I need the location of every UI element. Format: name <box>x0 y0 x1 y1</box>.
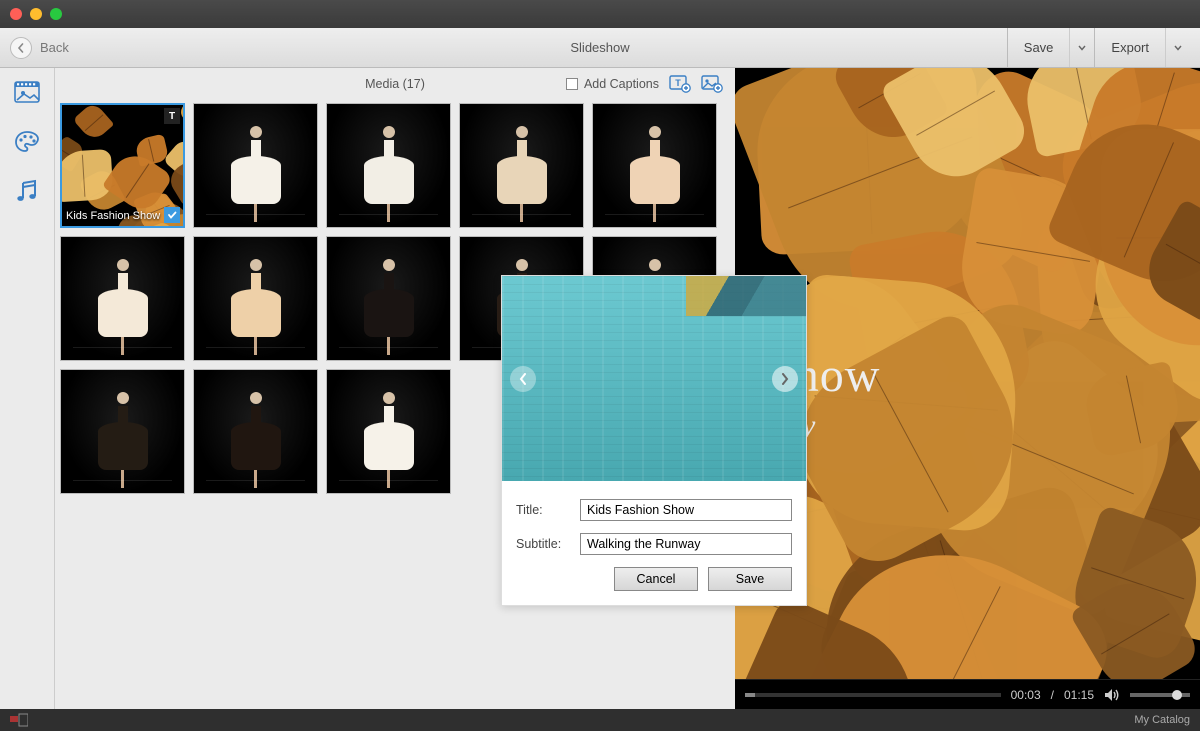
checkbox-icon <box>566 78 578 90</box>
dialog-preview <box>502 276 806 481</box>
dialog-subtitle-label: Subtitle: <box>516 537 580 551</box>
thumbnail[interactable] <box>193 369 318 494</box>
dialog-prev-button[interactable] <box>510 366 536 392</box>
themes-tab-icon[interactable] <box>13 128 41 156</box>
thumbnail[interactable] <box>592 103 717 228</box>
time-separator: / <box>1051 688 1054 702</box>
thumbnail[interactable] <box>193 103 318 228</box>
save-dropdown-toggle[interactable] <box>1069 28 1094 67</box>
dialog-next-button[interactable] <box>772 366 798 392</box>
media-panel-header: Media (17) Add Captions T <box>55 68 735 100</box>
add-text-slide-button[interactable]: T <box>669 73 691 95</box>
export-label: Export <box>1111 40 1149 55</box>
close-window-button[interactable] <box>10 8 22 20</box>
back-button[interactable]: Back <box>10 37 69 59</box>
catalog-label[interactable]: My Catalog <box>1134 714 1190 726</box>
thumbnail[interactable] <box>193 236 318 361</box>
check-badge-icon <box>164 207 180 223</box>
thumbnail[interactable] <box>326 369 451 494</box>
dialog-save-button[interactable]: Save <box>708 567 792 591</box>
thumbnail[interactable] <box>60 369 185 494</box>
save-button[interactable]: Save <box>1007 28 1070 67</box>
time-total: 01:15 <box>1064 688 1094 702</box>
thumbnail[interactable] <box>60 236 185 361</box>
volume-slider[interactable] <box>1130 693 1190 697</box>
volume-icon[interactable] <box>1104 688 1120 702</box>
audio-tab-icon[interactable] <box>13 178 41 206</box>
back-label: Back <box>40 40 69 55</box>
add-captions-checkbox[interactable]: Add Captions <box>566 77 659 91</box>
thumbnail[interactable] <box>326 103 451 228</box>
chevron-left-icon <box>10 37 32 59</box>
export-dropdown-toggle[interactable] <box>1165 28 1190 67</box>
media-count-label: Media (17) <box>365 77 425 91</box>
add-media-button[interactable] <box>701 73 723 95</box>
title-slide-dialog: Title: Subtitle: Cancel Save <box>501 275 807 606</box>
dialog-title-label: Title: <box>516 503 580 517</box>
thumbnail-label: Kids Fashion Show <box>66 210 163 222</box>
media-tab-icon[interactable] <box>13 78 41 106</box>
save-label: Save <box>1024 40 1054 55</box>
thumbnail[interactable]: Kids Fashion Show T <box>60 103 185 228</box>
status-left-icon[interactable] <box>10 713 28 727</box>
window-titlebar <box>0 0 1200 28</box>
export-button[interactable]: Export <box>1094 28 1165 67</box>
svg-text:T: T <box>675 78 681 88</box>
main-area: Media (17) Add Captions T Kids Fashion S… <box>0 68 1200 709</box>
minimize-window-button[interactable] <box>30 8 42 20</box>
dialog-title-input[interactable] <box>580 499 792 521</box>
thumbnail[interactable] <box>326 236 451 361</box>
add-captions-label: Add Captions <box>584 77 659 91</box>
playback-controls: 00:03 / 01:15 <box>735 679 1200 709</box>
scrub-bar[interactable] <box>745 693 1001 697</box>
dialog-cancel-button[interactable]: Cancel <box>614 567 698 591</box>
text-badge-icon: T <box>164 108 180 124</box>
dialog-subtitle-input[interactable] <box>580 533 792 555</box>
status-bar: My Catalog <box>0 709 1200 731</box>
thumbnail[interactable] <box>459 103 584 228</box>
media-panel: Media (17) Add Captions T Kids Fashion S… <box>55 68 735 709</box>
time-current: 00:03 <box>1011 688 1041 702</box>
zoom-window-button[interactable] <box>50 8 62 20</box>
app-toolbar: Back Slideshow Save Export <box>0 28 1200 68</box>
left-sidebar <box>0 68 55 709</box>
page-title: Slideshow <box>570 40 629 55</box>
